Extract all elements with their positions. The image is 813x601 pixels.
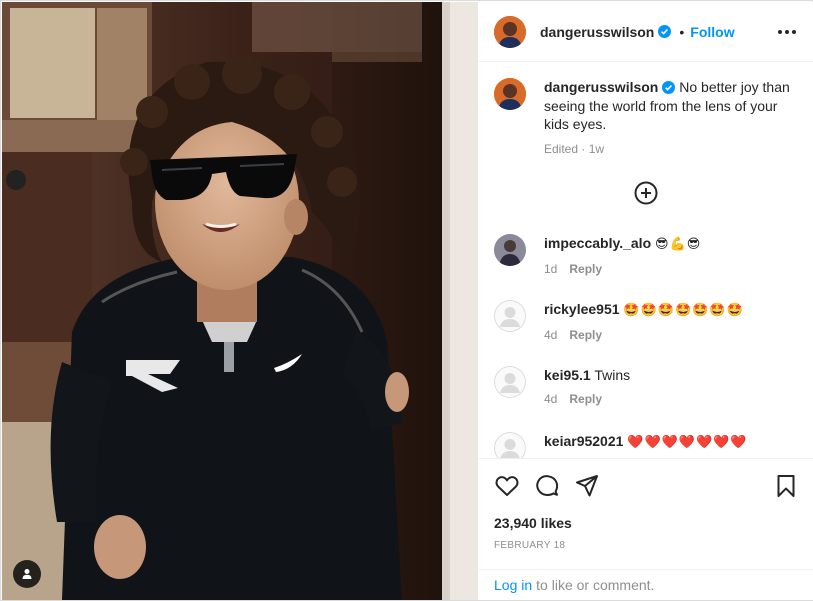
separator-dot: •	[679, 23, 685, 40]
follow-button[interactable]: Follow	[690, 24, 734, 40]
comment-item: kei95.1 Twins 4d Reply	[494, 366, 799, 406]
post-time[interactable]: 1w	[589, 142, 604, 156]
commenter-avatar[interactable]	[494, 234, 526, 266]
author-avatar[interactable]	[494, 15, 526, 48]
comment-text: 😎💪😎	[655, 237, 702, 252]
edited-label: Edited	[544, 141, 579, 156]
comment-time[interactable]: 1d	[544, 262, 557, 276]
comment-text: ❤️❤️❤️❤️❤️❤️❤️	[627, 435, 748, 450]
comment-item: rickylee951 🤩🤩🤩🤩🤩🤩🤩 4d Reply	[494, 300, 799, 342]
commenter-avatar-default[interactable]	[494, 300, 526, 332]
caption-avatar[interactable]	[494, 78, 526, 110]
post-actions: 23,940 likes FEBRUARY 18	[479, 458, 813, 569]
comment-text: Twins	[594, 367, 631, 383]
login-prompt: Log in to like or comment.	[479, 569, 813, 600]
comment-text: 🤩🤩🤩🤩🤩🤩🤩	[623, 303, 744, 318]
comment-username[interactable]: impeccably._alo	[544, 235, 651, 251]
login-prompt-text: to like or comment.	[536, 577, 655, 593]
more-options-icon[interactable]	[775, 24, 799, 40]
comment-item: impeccably._alo 😎💪😎 1d Reply	[494, 234, 799, 276]
comment-username[interactable]: rickylee951	[544, 301, 620, 317]
post-header: dangerusswilson • Follow	[479, 2, 813, 62]
share-icon[interactable]	[574, 473, 600, 499]
post-sidebar: dangerusswilson • Follow dangerusswilson	[479, 2, 813, 600]
like-count[interactable]: 23,940 likes	[494, 515, 572, 531]
caption-username[interactable]: dangerusswilson	[544, 79, 658, 95]
reply-button[interactable]: Reply	[569, 328, 602, 342]
commenter-avatar-default[interactable]	[494, 432, 526, 458]
comment-icon[interactable]	[534, 473, 560, 499]
author-username[interactable]: dangerusswilson	[540, 24, 654, 40]
verified-badge-icon	[658, 25, 672, 38]
photo-illustration	[2, 2, 478, 600]
comment-time[interactable]: 4d	[544, 328, 557, 342]
heart-icon[interactable]	[494, 473, 520, 499]
login-link[interactable]: Log in	[494, 577, 532, 593]
load-more-comments-icon[interactable]	[633, 180, 659, 206]
action-bar	[494, 473, 799, 499]
post-date[interactable]: FEBRUARY 18	[494, 540, 565, 551]
caption-meta: Edited · 1w	[544, 141, 605, 156]
user-tag-button[interactable]	[13, 560, 41, 588]
user-tag-icon	[22, 569, 32, 579]
reply-button[interactable]: Reply	[569, 262, 602, 276]
post-modal: dangerusswilson • Follow dangerusswilson	[0, 0, 813, 601]
comment-username[interactable]: kei95.1	[544, 367, 591, 383]
bookmark-icon[interactable]	[773, 473, 799, 499]
reply-button[interactable]: Reply	[569, 392, 602, 406]
commenter-avatar-default[interactable]	[494, 366, 526, 398]
post-caption: dangerusswilson No better joy than seein…	[494, 78, 799, 156]
verified-badge-icon	[662, 81, 676, 94]
comment-username[interactable]: keiar952021	[544, 433, 623, 449]
comment-item: keiar952021 ❤️❤️❤️❤️❤️❤️❤️	[494, 432, 799, 458]
caption-body: dangerusswilson No better joy than seein…	[544, 78, 799, 134]
post-photo[interactable]	[2, 2, 478, 600]
comment-time[interactable]: 4d	[544, 392, 557, 406]
